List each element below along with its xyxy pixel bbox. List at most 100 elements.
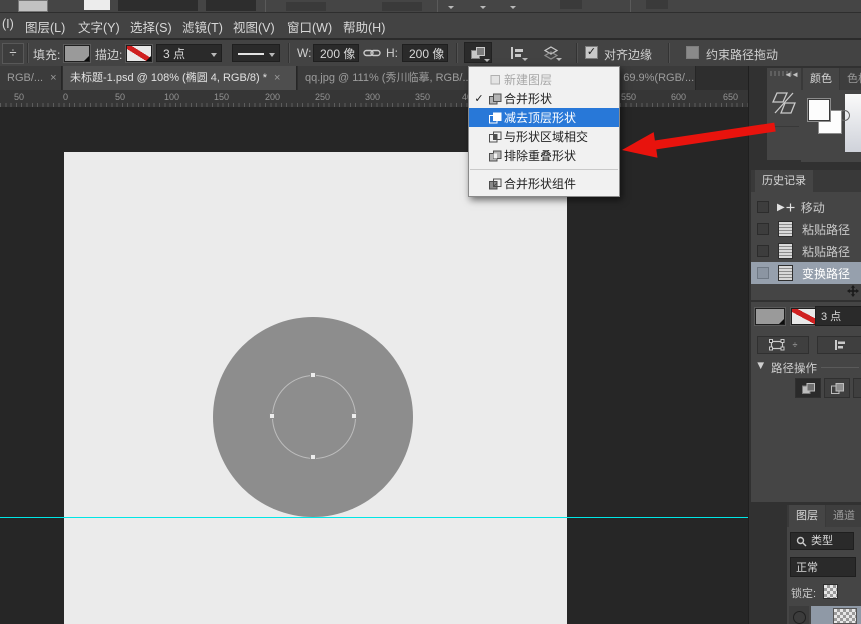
foreground-color-swatch[interactable] (807, 98, 831, 122)
rectangle-handles-icon (769, 339, 785, 351)
path-operations-section-label: 路径操作 (771, 360, 817, 376)
menu-item-filter[interactable]: 滤镜(T) (182, 17, 223, 36)
caret-down-icon (484, 59, 490, 62)
menu-item-layer[interactable]: 图层(L) (25, 17, 65, 36)
history-state-paste-path[interactable]: 粘贴路径 (751, 240, 861, 262)
menu-item-type[interactable]: 文字(Y) (78, 17, 120, 36)
options-bar: ÷ 填充: 描边: 3 点 W: 200 像 H: 200 像 (0, 40, 861, 67)
menu-item-help[interactable]: 帮助(H) (343, 17, 385, 36)
tool-preset-button[interactable]: ÷ (2, 43, 24, 64)
history-state-move[interactable]: ▶ 移动 (751, 196, 861, 218)
props-stroke-width-field[interactable]: 3 点 (815, 306, 861, 326)
history-state-paste-path[interactable]: 粘贴路径 (751, 218, 861, 240)
align-edges-checkbox[interactable]: ✓ (585, 46, 598, 59)
collapse-dock-button[interactable]: ◄◄ (784, 70, 798, 79)
exclude-shapes-icon (486, 150, 504, 162)
menu-item-intersect-shape-areas[interactable]: 与形状区域相交 (469, 127, 619, 146)
close-tab-icon[interactable]: × (274, 66, 280, 90)
ruler-tick-label: 650 (723, 92, 738, 102)
stroke-width-value: 3 点 (163, 47, 185, 61)
fill-color-swatch[interactable] (64, 45, 90, 62)
history-source-checkbox[interactable] (757, 223, 769, 235)
path-anchor-left[interactable] (269, 413, 275, 419)
menu-item-window[interactable]: 窗口(W) (287, 17, 332, 36)
path-op-intersect-button[interactable] (853, 378, 861, 398)
document-tab-active[interactable]: 未标题-1.psd @ 108% (椭圆 4, RGB/8) * × (63, 66, 297, 90)
stroke-type-dropdown-props[interactable] (817, 336, 861, 354)
separator (576, 43, 577, 63)
layer-filter-value: 类型 (811, 532, 833, 550)
history-state-label: 变换路径 (802, 265, 850, 282)
path-operations-button[interactable] (464, 42, 492, 63)
ruler-tick-label: 550 (621, 92, 636, 102)
horizontal-ruler[interactable]: 50 0 50 100 150 200 250 300 350 400 550 … (0, 90, 748, 108)
path-op-subtract-button[interactable] (824, 378, 850, 398)
subtract-shape-icon (830, 382, 845, 395)
shape-height-field[interactable]: 200 像 (402, 44, 448, 62)
menu-item-combine-shapes[interactable]: ✓ 合并形状 (469, 89, 619, 108)
props-fill-swatch[interactable] (755, 308, 785, 325)
blend-mode-dropdown[interactable]: 正常 (790, 557, 856, 577)
document-tab[interactable]: RGB/... × (0, 66, 62, 90)
tab-color[interactable]: 颜色 (803, 68, 839, 90)
inner-circle-path[interactable] (272, 375, 356, 459)
separator (456, 43, 457, 63)
tab-channels[interactable]: 通道 (826, 505, 861, 527)
collapsed-panel-button[interactable] (769, 82, 799, 124)
canvas-area[interactable] (0, 107, 748, 624)
history-source-checkbox[interactable] (757, 201, 769, 213)
menu-separator (470, 169, 618, 170)
lock-transparency-icon[interactable] (823, 584, 838, 599)
tab-swatches[interactable]: 色板 (840, 68, 861, 90)
history-state-transform-path-selected[interactable]: 变换路径 (751, 262, 861, 284)
selected-layer-row[interactable] (811, 606, 861, 624)
menu-item-new-layer[interactable]: 新建图层 (469, 70, 619, 89)
layer-visibility-well[interactable] (789, 606, 809, 624)
stroke-width-dropdown[interactable]: 3 点 (156, 44, 222, 62)
menu-item-label: 合并形状组件 (504, 175, 576, 192)
stroke-align-icon (833, 339, 847, 351)
path-op-combine-button[interactable] (795, 378, 821, 398)
path-anchor-bottom[interactable] (310, 454, 316, 460)
path-arrangement-button[interactable] (537, 42, 565, 63)
menu-item-image-partial[interactable]: (I) (2, 17, 14, 31)
shape-height-value: 200 像 (409, 47, 444, 61)
stroke-align-dropdown[interactable]: ÷ (757, 336, 809, 354)
menu-item-view[interactable]: 视图(V) (233, 17, 275, 36)
history-step-icon (778, 243, 793, 259)
color-ramp[interactable] (845, 94, 861, 152)
history-source-checkbox[interactable] (757, 267, 769, 279)
layer-thumbnail[interactable] (833, 608, 857, 624)
menu-item-label: 排除重叠形状 (504, 147, 576, 164)
cyan-guide-line[interactable] (0, 517, 748, 518)
menu-item-exclude-overlapping-shapes[interactable]: 排除重叠形状 (469, 146, 619, 165)
intersect-shapes-icon (486, 131, 504, 143)
document-canvas[interactable] (64, 152, 567, 624)
layers-panel: 图层 通道 类型 正常 锁定: (787, 505, 861, 624)
stroke-type-dropdown[interactable] (232, 44, 280, 62)
cropped-control-fragment (118, 0, 198, 11)
section-collapse-icon[interactable]: ▼ (755, 360, 766, 372)
right-panel-dock: ◄◄ 颜色 色板 历史记录 (748, 66, 861, 624)
link-dimensions-icon[interactable] (363, 47, 381, 59)
path-alignment-button[interactable] (503, 42, 531, 63)
new-layer-icon (486, 74, 504, 86)
stroke-color-swatch[interactable] (126, 45, 152, 62)
history-source-checkbox[interactable] (757, 245, 769, 257)
menu-item-subtract-front-shape[interactable]: 减去顶层形状 (469, 108, 619, 127)
props-stroke-width-value: 3 点 (821, 311, 841, 323)
tab-label: qq.jpg @ 111% (秀川临摹, RGB/... (305, 66, 472, 90)
path-anchor-right[interactable] (351, 413, 357, 419)
constrain-path-drag-checkbox[interactable] (686, 46, 699, 59)
tab-layers[interactable]: 图层 (789, 505, 825, 527)
close-tab-icon[interactable]: × (50, 66, 56, 90)
menu-item-select[interactable]: 选择(S) (130, 17, 172, 36)
path-anchor-top[interactable] (310, 372, 316, 378)
menu-item-merge-shape-components[interactable]: 合并形状组件 (469, 174, 619, 193)
collapsed-panel-button[interactable] (769, 126, 799, 155)
layer-filter-dropdown[interactable]: 类型 (790, 532, 854, 550)
shape-width-field[interactable]: 200 像 (313, 44, 359, 62)
history-state-label: 粘贴路径 (802, 221, 850, 238)
tab-history[interactable]: 历史记录 (755, 170, 813, 192)
history-step-icon (778, 265, 793, 281)
